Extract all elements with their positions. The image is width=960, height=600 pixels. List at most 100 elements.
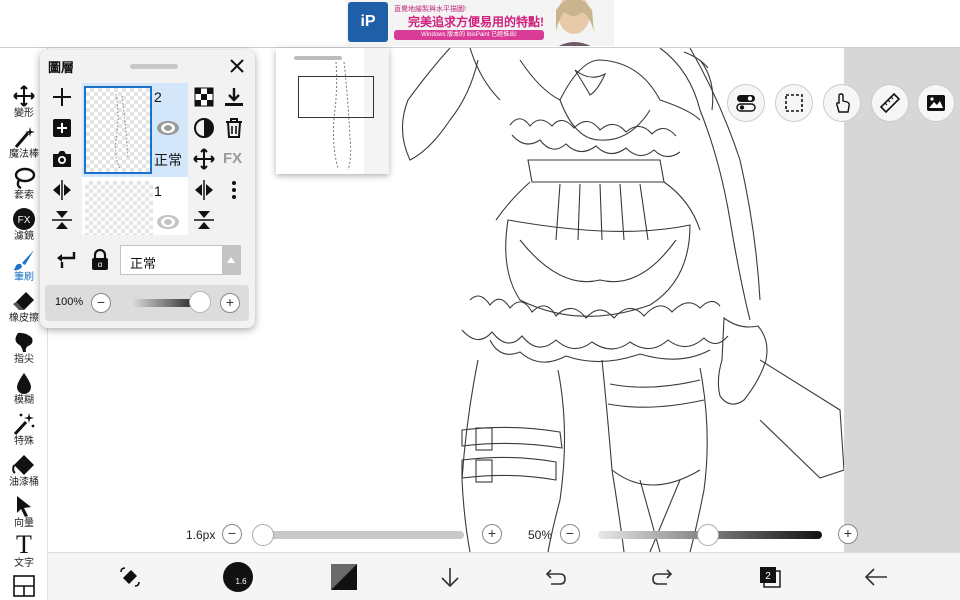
navigator-drag-handle[interactable] [294, 56, 342, 60]
special-sparkle-icon [13, 413, 35, 436]
layer-thumbnail [84, 86, 152, 174]
tool-fill[interactable]: 油漆桶 [0, 453, 48, 493]
brush-size-badge: 1.6 [235, 577, 247, 586]
brush-size-preview-button[interactable]: 1.6 [222, 561, 254, 593]
brush-opacity-decrease-button[interactable]: − [560, 524, 580, 544]
layer-fx-button[interactable]: FX [223, 150, 242, 167]
brush-opacity-slider-knob[interactable] [697, 524, 719, 546]
tool-text[interactable]: T 文字 [0, 532, 48, 572]
brush-opacity-value: 50% [528, 528, 553, 542]
hand-pointer-icon [836, 93, 850, 113]
opacity-slider-knob[interactable] [189, 291, 211, 313]
lasso-icon [14, 167, 36, 190]
arrow-left-icon [864, 568, 887, 586]
layers-stack-icon: 2 [760, 567, 781, 588]
brush-size-slider-knob[interactable] [252, 524, 274, 546]
tool-label: 套索 [14, 190, 34, 201]
navigator-window[interactable] [276, 48, 389, 174]
tool-label: 模糊 [14, 395, 34, 406]
visibility-eye-icon[interactable] [156, 213, 180, 231]
tool-label: 濾鏡 [14, 231, 34, 242]
arrow-down-icon [441, 568, 459, 588]
layer-row-1[interactable]: 1 [82, 177, 188, 235]
merge-down-icon[interactable] [222, 85, 246, 109]
checker-transparency-icon[interactable] [192, 85, 216, 109]
brush-icon [13, 250, 34, 271]
panel-drag-handle[interactable] [130, 64, 178, 69]
tool-vector[interactable]: 向量 [0, 494, 48, 534]
layer-row-2[interactable]: 2 正常 [82, 83, 188, 177]
svg-text:α: α [98, 260, 103, 269]
tool-label: 指尖 [14, 354, 34, 365]
brush-opacity-increase-button[interactable]: + [838, 524, 858, 544]
alpha-lock-icon[interactable]: α [88, 248, 112, 272]
opacity-increase-button[interactable]: + [220, 293, 240, 313]
delete-trash-icon[interactable] [222, 116, 246, 140]
brush-dot-icon: 1.6 [223, 562, 253, 592]
flip-vertical-icon[interactable] [192, 208, 216, 232]
fx-icon: FX [13, 208, 35, 230]
eraser-icon [13, 292, 34, 310]
add-layer-icon[interactable] [50, 85, 74, 109]
redo-button[interactable] [648, 563, 676, 591]
touch-gesture-button[interactable] [823, 84, 861, 122]
canvas-outside-area [844, 48, 960, 552]
text-icon: T [16, 530, 32, 559]
color-picker-button[interactable] [330, 563, 358, 591]
back-button[interactable] [862, 563, 890, 591]
opacity-decrease-button[interactable]: − [91, 293, 111, 313]
opacity-value: 100% [55, 296, 84, 308]
tool-smudge[interactable]: 指尖 [0, 330, 48, 370]
clipping-arrow-icon[interactable] [54, 248, 78, 272]
tool-special[interactable]: 特殊 [0, 412, 48, 452]
clipping-mask-icon[interactable] [192, 116, 216, 140]
layer-number: 1 [154, 183, 162, 199]
swap-eraser-icon [120, 567, 140, 587]
flip-horizontal-icon[interactable] [192, 178, 216, 202]
tool-label: 變形 [14, 108, 34, 119]
ad-banner[interactable]: iP 直覺地繪製與水平描圖! 完美追求方便易用的特點! Windows 版本的 … [0, 0, 960, 48]
tool-frame-divider[interactable] [0, 574, 48, 600]
panel-title: 圖層 [48, 60, 75, 75]
flip-vertical-icon[interactable] [50, 208, 74, 232]
brush-size-slider-track[interactable] [262, 531, 464, 539]
dashed-selection-icon [785, 94, 803, 112]
more-options-icon[interactable] [222, 178, 246, 202]
color-swatch-icon [331, 564, 357, 590]
reference-image-button[interactable] [917, 84, 955, 122]
brush-size-value: 1.6px [186, 528, 216, 542]
toggle-settings-button[interactable] [727, 84, 765, 122]
close-icon[interactable] [226, 55, 248, 77]
tool-label: 魔法棒 [9, 149, 39, 160]
flip-horizontal-icon[interactable] [50, 178, 74, 202]
move-layer-icon[interactable] [192, 147, 216, 171]
blur-drop-icon [17, 373, 31, 394]
finger-icon [15, 332, 33, 352]
brush-size-increase-button[interactable]: + [482, 524, 502, 544]
dropdown-arrow-icon[interactable] [222, 246, 240, 274]
visibility-eye-icon[interactable] [156, 119, 180, 137]
ruler-button[interactable] [871, 84, 909, 122]
tool-label: 特殊 [14, 436, 34, 447]
layer-panel[interactable]: 圖層 2 正常 1 FX α 正常 100% − + [40, 50, 255, 328]
fx-badge: FX [18, 215, 31, 226]
ad-subline: Windows 版本的 ibisPaint 已經推出! [394, 30, 544, 40]
layer-thumbnail [85, 181, 153, 235]
layer-opacity-control: 100% − + [45, 285, 249, 321]
navigator-viewport-frame[interactable] [298, 76, 374, 118]
download-button[interactable] [436, 563, 464, 591]
blend-mode-select[interactable]: 正常 [120, 245, 241, 275]
selection-layer-button[interactable] [775, 84, 813, 122]
camera-icon[interactable] [50, 147, 74, 171]
bucket-icon [12, 455, 34, 475]
tool-label: 油漆桶 [9, 477, 39, 488]
brush-size-decrease-button[interactable]: − [222, 524, 242, 544]
magic-wand-icon [14, 127, 35, 148]
tool-blur[interactable]: 模糊 [0, 371, 48, 411]
layers-button[interactable]: 2 [756, 563, 784, 591]
undo-button[interactable] [542, 563, 570, 591]
layer-blend-mode: 正常 [154, 152, 182, 168]
duplicate-layer-icon[interactable] [50, 116, 74, 140]
advertisement[interactable]: iP 直覺地繪製與水平描圖! 完美追求方便易用的特點! Windows 版本的 … [346, 0, 614, 46]
swap-brush-eraser-button[interactable] [116, 563, 144, 591]
